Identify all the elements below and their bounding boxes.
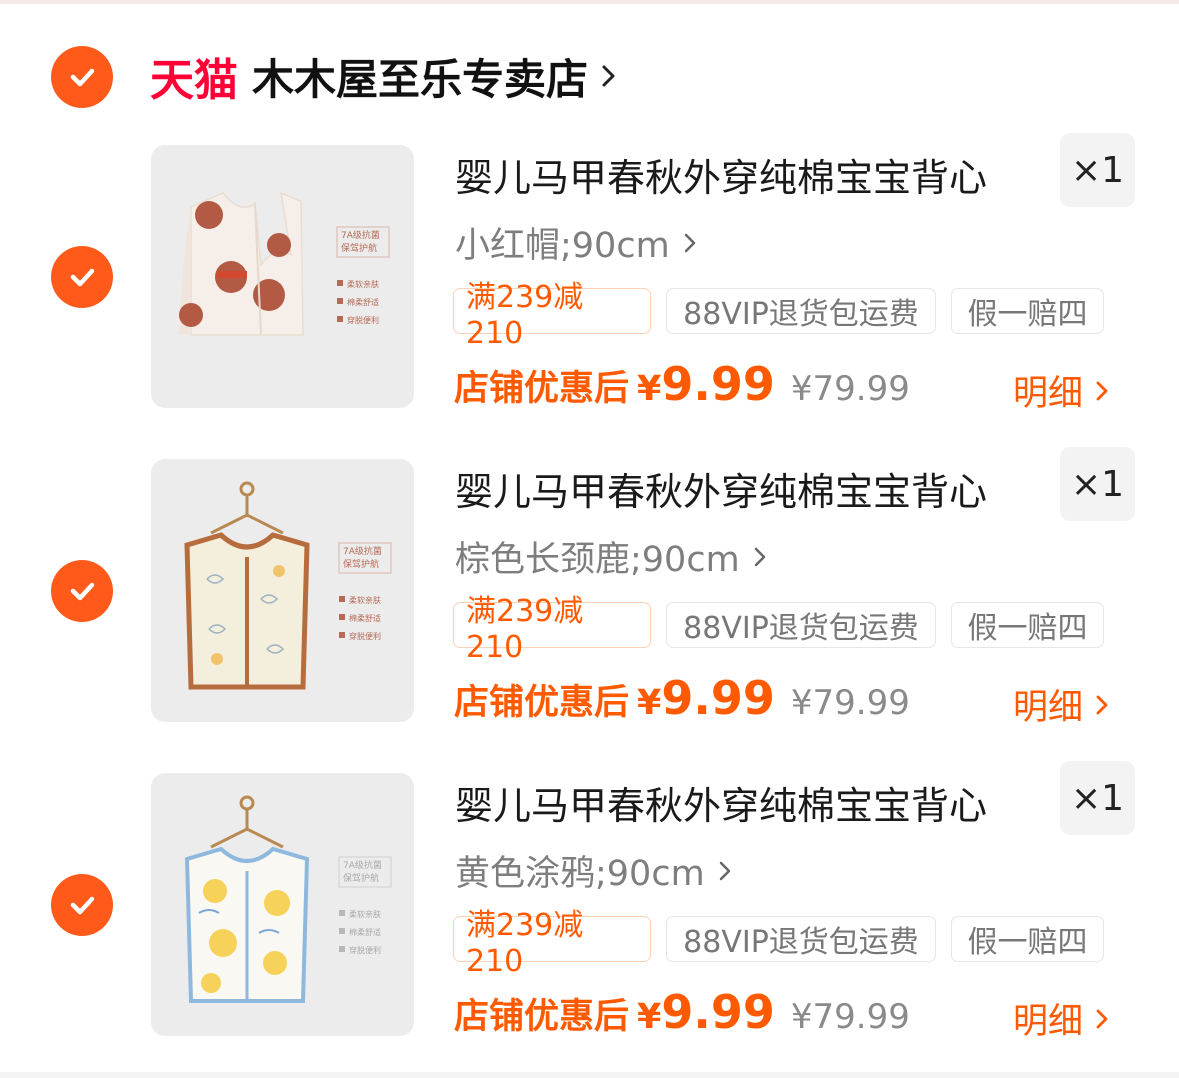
chevron-right-icon (1096, 1009, 1108, 1028)
price-detail-link[interactable]: 明细 (1013, 365, 1110, 416)
chevron-right-icon[interactable] (598, 61, 620, 91)
chevron-right-icon (1096, 381, 1108, 400)
shop-header[interactable]: 天猫 木木屋至乐专卖店 (150, 46, 620, 106)
original-price: ¥79.99 (790, 683, 910, 723)
chevron-right-icon (754, 547, 765, 566)
image-caption: 棉柔舒适 (347, 297, 379, 307)
price-label: 店铺优惠后 (454, 369, 630, 409)
vest-illustration: 7A级抗菌 保驾护航 柔软亲肤 棉柔舒适 穿脱便利 (179, 191, 390, 336)
price-label: 店铺优惠后 (454, 997, 630, 1037)
image-caption: 棉柔舒适 (349, 927, 381, 937)
chevron-right-icon (1096, 695, 1108, 714)
sku-label: 棕色长颈鹿;90cm (455, 540, 740, 580)
check-icon (70, 896, 95, 915)
price-detail-link[interactable]: 明细 (1013, 679, 1110, 730)
image-caption: 柔软亲肤 (347, 279, 379, 289)
quantity-button[interactable]: ×1 (1060, 133, 1135, 207)
top-divider (0, 0, 1179, 4)
price-value: 9.99 (661, 671, 775, 725)
image-caption: 柔软亲肤 (349, 909, 381, 919)
product-image[interactable]: 7A级抗菌 保驾护航 柔软亲肤 棉柔舒适 穿脱便利 (151, 145, 414, 408)
vip-tag: 88VIP退货包运费 (666, 916, 936, 962)
sku-selector[interactable]: 棕色长颈鹿;90cm (455, 531, 768, 582)
check-icon (70, 582, 95, 601)
guarantee-tag: 假一赔四 (951, 916, 1104, 962)
price-detail-link[interactable]: 明细 (1013, 993, 1110, 1044)
quantity-button[interactable]: ×1 (1060, 447, 1135, 521)
price-label: 店铺优惠后 (454, 683, 630, 723)
sku-selector[interactable]: 小红帽;90cm (455, 217, 698, 268)
sku-selector[interactable]: 黄色涂鸦;90cm (455, 845, 733, 896)
price-row: 店铺优惠后 ¥ 9.99 ¥79.99 (454, 985, 910, 1039)
price-currency: ¥ (637, 369, 662, 409)
detail-label: 明细 (1013, 1002, 1084, 1042)
promo-tag: 满239减210 (453, 280, 651, 351)
chevron-right-icon (719, 861, 730, 880)
image-caption: 保驾护航 (341, 242, 377, 254)
item-select-checkbox[interactable] (51, 246, 113, 308)
vip-tag: 88VIP退货包运费 (666, 288, 936, 334)
product-image[interactable]: 7A级抗菌 保驾护航 柔软亲肤 棉柔舒适 穿脱便利 (151, 459, 414, 722)
image-caption: 7A级抗菌 (341, 229, 380, 241)
price-value: 9.99 (661, 357, 775, 411)
guarantee-tag: 假一赔四 (951, 288, 1104, 334)
promo-tag: 满239减210 (453, 594, 651, 665)
price-value: 9.99 (661, 985, 775, 1039)
tag-list: 满239减210 88VIP退货包运费 假一赔四 (453, 594, 1119, 665)
image-caption: 7A级抗菌 (343, 545, 382, 557)
image-caption: 保驾护航 (343, 872, 379, 884)
detail-label: 明细 (1013, 374, 1084, 414)
product-image[interactable]: 7A级抗菌 保驾护航 柔软亲肤 棉柔舒适 穿脱便利 (151, 773, 414, 1036)
shop-select-checkbox[interactable] (51, 46, 113, 108)
shop-name[interactable]: 木木屋至乐专卖店 (252, 46, 588, 107)
detail-label: 明细 (1013, 688, 1084, 728)
vest-illustration: 7A级抗菌 保驾护航 柔软亲肤 棉柔舒适 穿脱便利 (184, 795, 392, 1003)
cart-item: 7A级抗菌 保驾护航 柔软亲肤 棉柔舒适 穿脱便利 婴儿马甲春秋外穿纯棉宝宝背心… (0, 447, 1179, 730)
image-caption: 7A级抗菌 (343, 859, 382, 871)
quantity-button[interactable]: ×1 (1060, 761, 1135, 835)
product-title[interactable]: 婴儿马甲春秋外穿纯棉宝宝背心 (455, 775, 987, 830)
image-caption: 穿脱便利 (347, 315, 379, 325)
item-select-checkbox[interactable] (51, 560, 113, 622)
tag-list: 满239减210 88VIP退货包运费 假一赔四 (453, 908, 1119, 979)
tag-list: 满239减210 88VIP退货包运费 假一赔四 (453, 280, 1119, 351)
image-caption: 保驾护航 (343, 558, 379, 570)
vip-tag: 88VIP退货包运费 (666, 602, 936, 648)
original-price: ¥79.99 (790, 997, 910, 1037)
sku-label: 黄色涂鸦;90cm (455, 854, 705, 894)
tmall-logo: 天猫 (150, 55, 238, 106)
image-caption: 穿脱便利 (349, 631, 381, 641)
check-icon (70, 268, 95, 287)
sku-label: 小红帽;90cm (455, 226, 670, 266)
item-select-checkbox[interactable] (51, 874, 113, 936)
price-currency: ¥ (637, 997, 662, 1037)
price-row: 店铺优惠后 ¥ 9.99 ¥79.99 (454, 671, 910, 725)
price-row: 店铺优惠后 ¥ 9.99 ¥79.99 (454, 357, 910, 411)
image-caption: 棉柔舒适 (349, 613, 381, 623)
original-price: ¥79.99 (790, 369, 910, 409)
chevron-right-icon (684, 233, 695, 252)
image-caption: 穿脱便利 (349, 945, 381, 955)
check-icon (70, 68, 95, 87)
vest-illustration: 7A级抗菌 保驾护航 柔软亲肤 棉柔舒适 穿脱便利 (184, 481, 392, 690)
guarantee-tag: 假一赔四 (951, 602, 1104, 648)
cart-item: 7A级抗菌 保驾护航 柔软亲肤 棉柔舒适 穿脱便利 婴儿马甲春秋外穿纯棉宝宝背心… (0, 761, 1179, 1044)
promo-tag: 满239减210 (453, 908, 651, 979)
price-currency: ¥ (637, 683, 662, 723)
cart-item: 7A级抗菌 保驾护航 柔软亲肤 棉柔舒适 穿脱便利 婴儿马甲春秋外穿纯棉宝宝背心… (0, 133, 1179, 416)
bottom-divider (0, 1072, 1179, 1078)
image-caption: 柔软亲肤 (349, 595, 381, 605)
product-title[interactable]: 婴儿马甲春秋外穿纯棉宝宝背心 (455, 461, 987, 516)
product-title[interactable]: 婴儿马甲春秋外穿纯棉宝宝背心 (455, 147, 987, 202)
